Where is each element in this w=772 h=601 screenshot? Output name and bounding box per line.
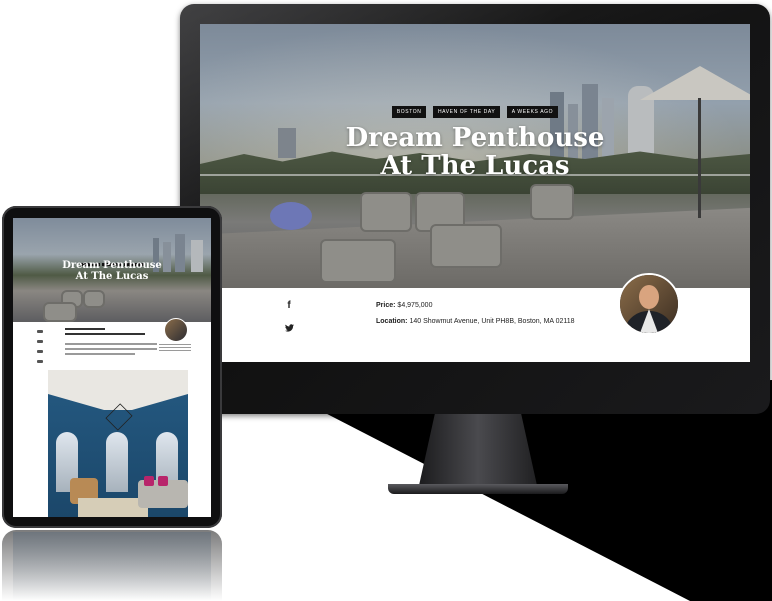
facebook-icon[interactable]: f bbox=[282, 300, 296, 311]
patio-chair bbox=[530, 184, 574, 220]
interior-photo bbox=[48, 370, 188, 517]
desktop-screen: BOSTON HAVEN OF THE DAY A WEEKS AGO Drea… bbox=[200, 24, 750, 362]
tag-date: A WEEKS AGO bbox=[506, 106, 559, 118]
patio-chair bbox=[430, 224, 502, 268]
tablet-page-title: Dream Penthouse At The Lucas bbox=[62, 260, 162, 282]
patio-chair bbox=[360, 192, 412, 232]
tablet-reflection bbox=[2, 530, 222, 601]
tag-location[interactable]: BOSTON bbox=[391, 106, 427, 118]
agent-avatar[interactable] bbox=[618, 273, 680, 335]
tablet-agent-avatar[interactable] bbox=[164, 318, 188, 342]
pinterest-icon[interactable] bbox=[37, 350, 43, 353]
tablet-screen: Dream Penthouse At The Lucas bbox=[13, 218, 211, 517]
tag-category[interactable]: HAVEN OF THE DAY bbox=[432, 106, 501, 118]
facebook-icon[interactable] bbox=[37, 330, 43, 333]
twitter-icon[interactable] bbox=[282, 324, 296, 334]
hero-image: BOSTON HAVEN OF THE DAY A WEEKS AGO Drea… bbox=[200, 24, 750, 288]
page-title: Dream Penthouse At The Lucas bbox=[345, 123, 605, 181]
monitor-stand bbox=[418, 414, 538, 490]
patio-chair bbox=[320, 239, 396, 283]
monitor-stand-base bbox=[388, 484, 568, 494]
desktop-monitor: BOSTON HAVEN OF THE DAY A WEEKS AGO Drea… bbox=[180, 4, 770, 414]
listing-price: Price: $4,975,000 bbox=[376, 302, 433, 309]
flower-vase bbox=[270, 202, 312, 230]
hero-tags: BOSTON HAVEN OF THE DAY A WEEKS AGO bbox=[200, 100, 750, 118]
tablet-device: Dream Penthouse At The Lucas bbox=[2, 206, 222, 528]
tablet-hero-image: Dream Penthouse At The Lucas bbox=[13, 218, 211, 322]
twitter-icon[interactable] bbox=[37, 340, 43, 343]
listing-location: Location: 140 Showmut Avenue, Unit PH8B,… bbox=[376, 318, 575, 325]
email-icon[interactable] bbox=[37, 360, 43, 363]
